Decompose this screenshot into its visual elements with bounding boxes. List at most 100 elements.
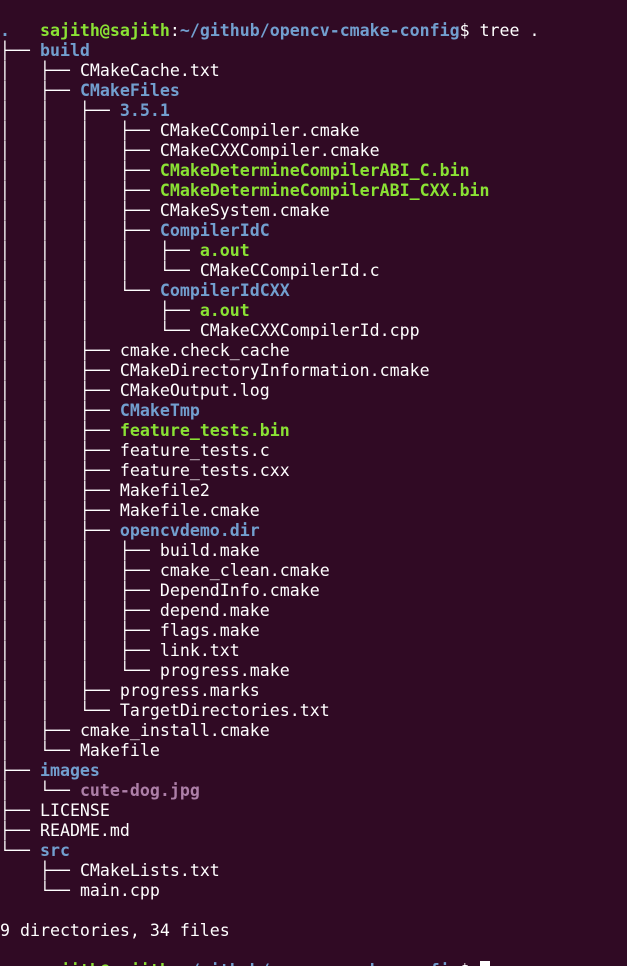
tree-entry: │ │ ├── feature_tests.cxx	[0, 461, 290, 481]
directory-name: 3.5.1	[119, 101, 170, 120]
summary-line: 9 directories, 34 files	[0, 921, 230, 940]
tree-branch: │ │ │ ├──	[0, 561, 160, 580]
directory-name: CompilerIdC	[159, 221, 270, 240]
tree-branch: │ │ │ ├──	[0, 121, 160, 140]
tree-branch: │ ├──	[0, 61, 80, 80]
tree-entry: │ │ ├── 3.5.1	[0, 101, 170, 121]
tree-entry: │ └── cute-dog.jpg	[0, 781, 200, 801]
tree-entry: │ │ │ ├── CMakeDetermineCompilerABI_CXX.…	[0, 181, 490, 201]
prompt-separator: :	[170, 961, 180, 966]
tree-branch: │ │ ├──	[0, 361, 120, 380]
tree-entry: │ │ └── TargetDirectories.txt	[0, 701, 330, 721]
file-name: DependInfo.cmake	[159, 581, 320, 600]
tree-branch: │ │ ├──	[0, 681, 120, 700]
directory-name: images	[39, 761, 100, 780]
tree-branch: │ │ ├──	[0, 421, 120, 440]
file-name: Makefile2	[119, 481, 210, 500]
tree-entry: │ │ ├── CMakeOutput.log	[0, 381, 270, 401]
file-name: depend.make	[159, 601, 270, 620]
tree-branch: │ │ │ │ ├──	[0, 241, 200, 260]
file-name: feature_tests.c	[119, 441, 270, 460]
prompt-separator: :	[169, 21, 180, 40]
file-name: a.out	[199, 301, 250, 320]
file-name: feature_tests.cxx	[119, 461, 290, 480]
tree-branch: │ │ ├──	[0, 381, 120, 400]
command-prompt-line: sajith@sajith:~/github/opencv-cmake-conf…	[0, 1, 540, 40]
tree-branch: │ │ ├──	[0, 501, 120, 520]
prompt-path: ~/github/opencv-cmake-config	[179, 21, 460, 40]
tree-entry: │ │ │ │ └── CMakeCCompilerId.c	[0, 261, 380, 281]
file-name: flags.make	[159, 621, 260, 640]
file-name: cmake_install.cmake	[79, 721, 270, 740]
tree-entry: │ │ ├── opencvdemo.dir	[0, 521, 260, 541]
tree-entry: │ ├── CMakeCache.txt	[0, 61, 220, 81]
prompt-symbol: $	[459, 21, 470, 40]
tree-entry: ├── images	[0, 761, 100, 781]
tree-branch: │ │ │ ├──	[0, 161, 160, 180]
tree-branch: │ │ │ │ └──	[0, 261, 200, 280]
tree-branch: │ │ │ └──	[0, 321, 200, 340]
tree-branch: ├──	[0, 861, 80, 880]
tree-entry: │ │ │ ├── cmake_clean.cmake	[0, 561, 330, 581]
file-name: a.out	[199, 241, 250, 260]
tree-entry: │ │ ├── Makefile2	[0, 481, 210, 501]
tree-entry: │ │ │ ├── CMakeCXXCompiler.cmake	[0, 141, 380, 161]
tree-branch: │ │ │ ├──	[0, 541, 160, 560]
active-prompt-line[interactable]: sajith@sajith:~/github/opencv-cmake-conf…	[0, 941, 490, 966]
tree-branch: ├──	[0, 821, 40, 840]
prompt-command: tree .	[469, 21, 540, 40]
file-name: CMakeDetermineCompilerABI_CXX.bin	[159, 181, 490, 200]
tree-branch: │ │ ├──	[0, 481, 120, 500]
tree-branch: │ │ │ ├──	[0, 621, 160, 640]
tree-branch: │ │ ├──	[0, 101, 120, 120]
file-name: cmake_clean.cmake	[159, 561, 330, 580]
tree-branch: │ │ │ ├──	[0, 581, 160, 600]
directory-name: opencvdemo.dir	[119, 521, 260, 540]
tree-branch: └──	[0, 841, 40, 860]
tree-entry: │ │ │ ├── CompilerIdC	[0, 221, 270, 241]
prompt-symbol: $	[460, 961, 470, 966]
tree-branch: │ │ │ ├──	[0, 221, 160, 240]
file-name: CMakeCXXCompilerId.cpp	[199, 321, 420, 340]
file-name: build.make	[159, 541, 260, 560]
file-name: CMakeCCompilerId.c	[199, 261, 380, 280]
file-name: LICENSE	[39, 801, 110, 820]
tree-entry: │ │ │ │ ├── a.out	[0, 241, 250, 261]
tree-entry: │ │ │ ├── DependInfo.cmake	[0, 581, 320, 601]
file-name: link.txt	[159, 641, 240, 660]
tree-entry: │ └── Makefile	[0, 741, 160, 761]
tree-entry: │ │ │ ├── flags.make	[0, 621, 260, 641]
tree-branch: ├──	[0, 761, 40, 780]
file-name: cmake.check_cache	[119, 341, 290, 360]
file-name: main.cpp	[79, 881, 160, 900]
tree-entry: ├── LICENSE	[0, 801, 110, 821]
file-name: Makefile.cmake	[119, 501, 260, 520]
tree-entry: ├── CMakeLists.txt	[0, 861, 220, 881]
tree-branch: │ │ ├──	[0, 521, 120, 540]
tree-entry: │ │ ├── feature_tests.bin	[0, 421, 290, 441]
prompt-user-host: sajith@sajith	[39, 21, 170, 40]
tree-entry: │ │ ├── CMakeDirectoryInformation.cmake	[0, 361, 430, 381]
tree-branch: │ └──	[0, 741, 80, 760]
tree-branch: │ │ ├──	[0, 461, 120, 480]
terminal-window[interactable]: sajith@sajith:~/github/opencv-cmake-conf…	[0, 0, 627, 966]
tree-entry: │ │ │ ├── CMakeSystem.cmake	[0, 201, 330, 221]
prompt-user-host: sajith@sajith	[40, 961, 170, 966]
tree-branch: │ │ │ ├──	[0, 641, 160, 660]
tree-branch: │ ├──	[0, 81, 80, 100]
file-name: CMakeCXXCompiler.cmake	[159, 141, 380, 160]
text-cursor[interactable]	[479, 961, 490, 966]
tree-entry: ├── README.md	[0, 821, 130, 841]
tree-root: .	[0, 21, 10, 40]
file-name: CMakeOutput.log	[119, 381, 270, 400]
file-name: README.md	[39, 821, 130, 840]
file-name: CMakeSystem.cmake	[159, 201, 330, 220]
tree-branch: │ │ │ ├──	[0, 141, 160, 160]
tree-entry: ├── build	[0, 41, 90, 61]
tree-entry: │ │ ├── cmake.check_cache	[0, 341, 290, 361]
file-name: feature_tests.bin	[119, 421, 290, 440]
tree-entry: │ │ │ ├── depend.make	[0, 601, 270, 621]
tree-branch: │ │ ├──	[0, 401, 120, 420]
tree-entry: │ │ ├── CMakeTmp	[0, 401, 200, 421]
prompt-path: ~/github/opencv-cmake-config	[180, 961, 460, 966]
